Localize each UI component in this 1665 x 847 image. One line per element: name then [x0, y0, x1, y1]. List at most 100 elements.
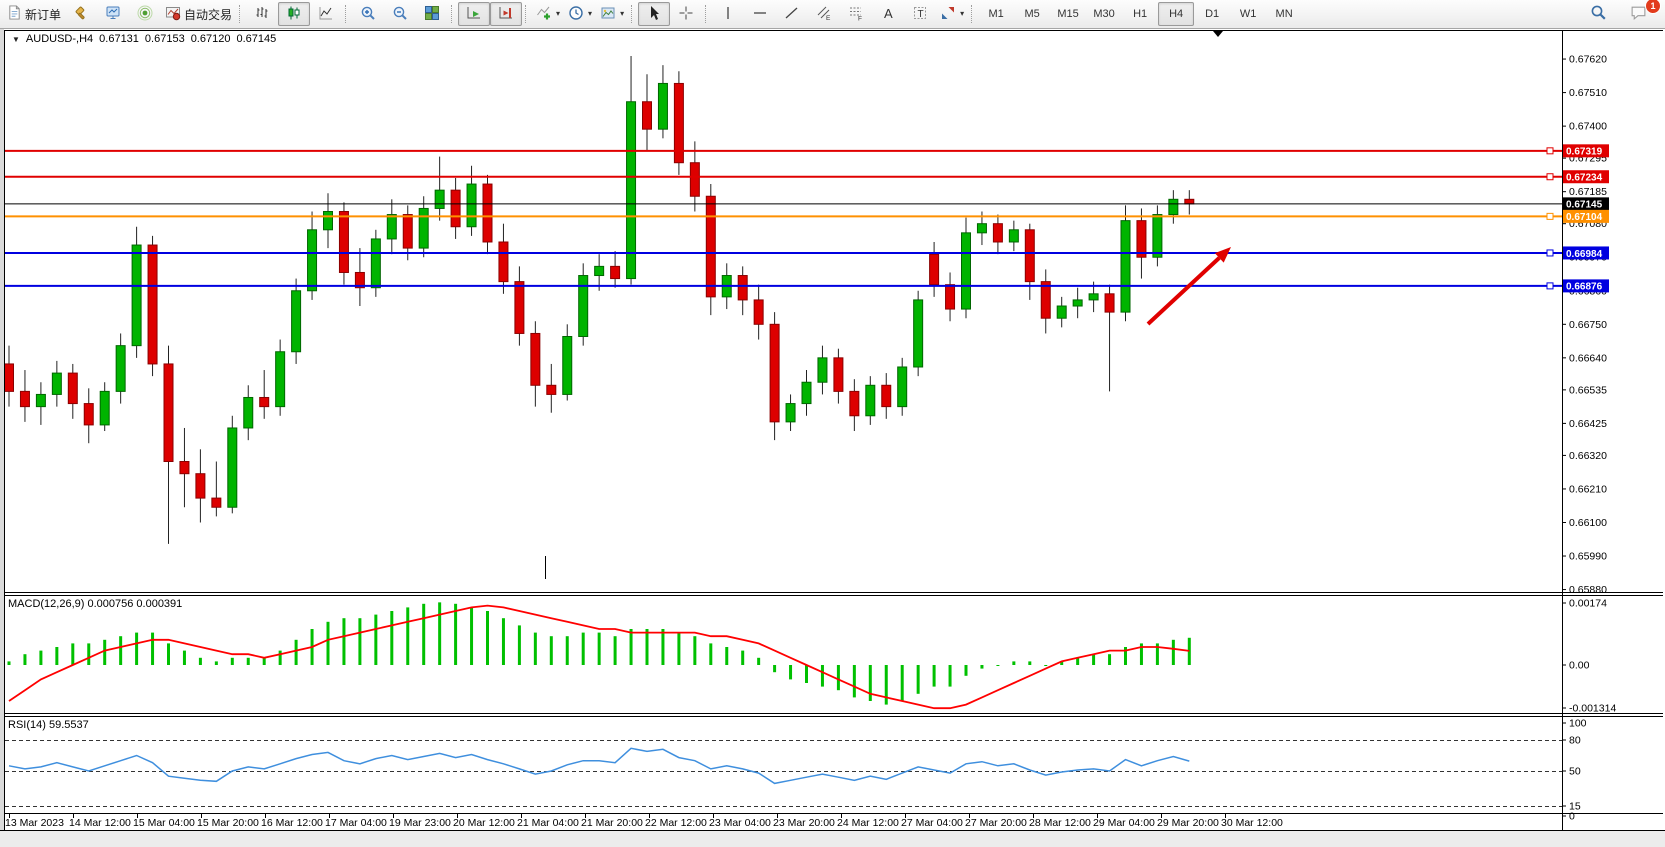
zoom-in-icon [360, 5, 376, 24]
broadcast-icon [137, 5, 153, 24]
new-order-button[interactable]: 新订单 [3, 2, 65, 26]
equidistant-channel-button[interactable]: E [808, 2, 840, 26]
auto-trading-icon [165, 5, 181, 24]
notification-badge: 1 [1645, 0, 1661, 14]
timeframe-button-h4[interactable]: H4 [1158, 2, 1194, 26]
clock-icon [568, 5, 584, 24]
timeframe-button-m30[interactable]: M30 [1086, 2, 1122, 26]
cursor-button[interactable] [638, 2, 670, 26]
svg-text:F: F [858, 15, 862, 21]
toolbar-grip [705, 5, 709, 23]
auto-scroll-icon [466, 5, 482, 24]
text-button[interactable]: A [872, 2, 904, 26]
timeframe-button-m5[interactable]: M5 [1014, 2, 1050, 26]
vertical-line-icon [720, 5, 736, 24]
indicators-button[interactable]: ▾ [532, 2, 564, 26]
toolbar-grip [239, 5, 243, 23]
arrows-icon [940, 5, 956, 24]
toolbar-grip [971, 5, 975, 23]
gavel-button[interactable] [65, 2, 97, 26]
main-toolbar: 新订单 自动交易 [0, 0, 1665, 29]
dropdown-caret-icon: ▾ [620, 10, 624, 18]
timeframe-button-w1[interactable]: W1 [1230, 2, 1266, 26]
toolbar-grip [451, 5, 455, 23]
charts-window-button[interactable] [97, 2, 129, 26]
candlestick-icon [286, 5, 302, 24]
new-order-icon [7, 5, 22, 23]
toolbar-right: 1 [1582, 2, 1662, 26]
low-value: 0.67120 [191, 33, 231, 45]
channel-icon: E [816, 5, 832, 24]
close-value: 0.67145 [236, 33, 276, 45]
tile-windows-button[interactable] [416, 2, 448, 26]
toolbar-grip [345, 5, 349, 23]
chart-canvas[interactable]: 0.676200.675100.674000.672950.671850.670… [0, 0, 1665, 847]
signal-button[interactable] [129, 2, 161, 26]
price-axis[interactable] [1563, 30, 1663, 830]
trendline-button[interactable] [776, 2, 808, 26]
dropdown-caret-icon: ▾ [556, 10, 560, 18]
window-bottom-edge [0, 831, 1665, 847]
toolbar-grip [525, 5, 529, 23]
dropdown-caret-icon: ▾ [588, 10, 592, 18]
zoom-in-button[interactable] [352, 2, 384, 26]
auto-scroll-button[interactable] [458, 2, 490, 26]
time-axis[interactable] [4, 814, 1562, 830]
fibonacci-icon: F [848, 5, 864, 24]
line-chart-button[interactable] [310, 2, 342, 26]
fibonacci-button[interactable]: F [840, 2, 872, 26]
timeframe-group: M1M5M15M30H1H4D1W1MN [978, 2, 1302, 26]
zoom-out-button[interactable] [384, 2, 416, 26]
tile-windows-icon [424, 5, 440, 24]
macd-indicator-label: MACD(12,26,9) 0.000756 0.000391 [8, 598, 182, 610]
search-button[interactable] [1582, 2, 1614, 26]
symbol-period-label: AUDUSD-,H4 [26, 33, 93, 45]
text-icon: A [880, 5, 896, 24]
svg-text:T: T [918, 9, 924, 20]
chart-shift-icon [498, 5, 514, 24]
chevron-down-icon: ▼ [12, 35, 20, 44]
rsi-indicator-label: RSI(14) 59.5537 [8, 719, 89, 731]
timeframe-button-d1[interactable]: D1 [1194, 2, 1230, 26]
template-image-icon [600, 5, 616, 24]
dropdown-caret-icon: ▾ [960, 10, 964, 18]
add-indicator-icon [536, 5, 552, 24]
cursor-icon [646, 5, 662, 24]
vertical-line-button[interactable] [712, 2, 744, 26]
crosshair-button[interactable] [670, 2, 702, 26]
auto-trading-label: 自动交易 [184, 6, 232, 23]
bar-chart-button[interactable] [246, 2, 278, 26]
timeframe-button-m1[interactable]: M1 [978, 2, 1014, 26]
timeframe-button-m15[interactable]: M15 [1050, 2, 1086, 26]
trading-terminal-window: 新订单 自动交易 [0, 0, 1665, 847]
chart-shift-button[interactable] [490, 2, 522, 26]
chart-plot-area[interactable] [4, 31, 1562, 813]
candlestick-chart-button[interactable] [278, 2, 310, 26]
templates-button[interactable]: ▾ [596, 2, 628, 26]
text-label-button[interactable]: T [904, 2, 936, 26]
horizontal-line-icon [752, 5, 768, 24]
svg-text:E: E [826, 15, 831, 21]
trendline-icon [784, 5, 800, 24]
text-label-icon: T [912, 5, 928, 24]
svg-text:A: A [884, 6, 893, 21]
timeframe-button-h1[interactable]: H1 [1122, 2, 1158, 26]
toolbar-grip [631, 5, 635, 23]
horizontal-line-button[interactable] [744, 2, 776, 26]
zoom-out-icon [392, 5, 408, 24]
periods-button[interactable]: ▾ [564, 2, 596, 26]
bar-chart-icon [254, 5, 270, 24]
chat-bubble-icon [1630, 4, 1647, 24]
chart-ohlc-header: ▼ AUDUSD-,H4 0.67131 0.67153 0.67120 0.6… [12, 33, 276, 45]
high-value: 0.67153 [145, 33, 185, 45]
crosshair-icon [678, 5, 694, 24]
timeframe-button-mn[interactable]: MN [1266, 2, 1302, 26]
window-left-edge [0, 28, 4, 831]
notifications-button[interactable]: 1 [1622, 2, 1654, 26]
new-order-label: 新订单 [25, 6, 61, 23]
line-chart-icon [318, 5, 334, 24]
search-icon [1590, 4, 1607, 24]
open-value: 0.67131 [99, 33, 139, 45]
arrows-button[interactable]: ▾ [936, 2, 968, 26]
auto-trading-button[interactable]: 自动交易 [161, 2, 236, 26]
